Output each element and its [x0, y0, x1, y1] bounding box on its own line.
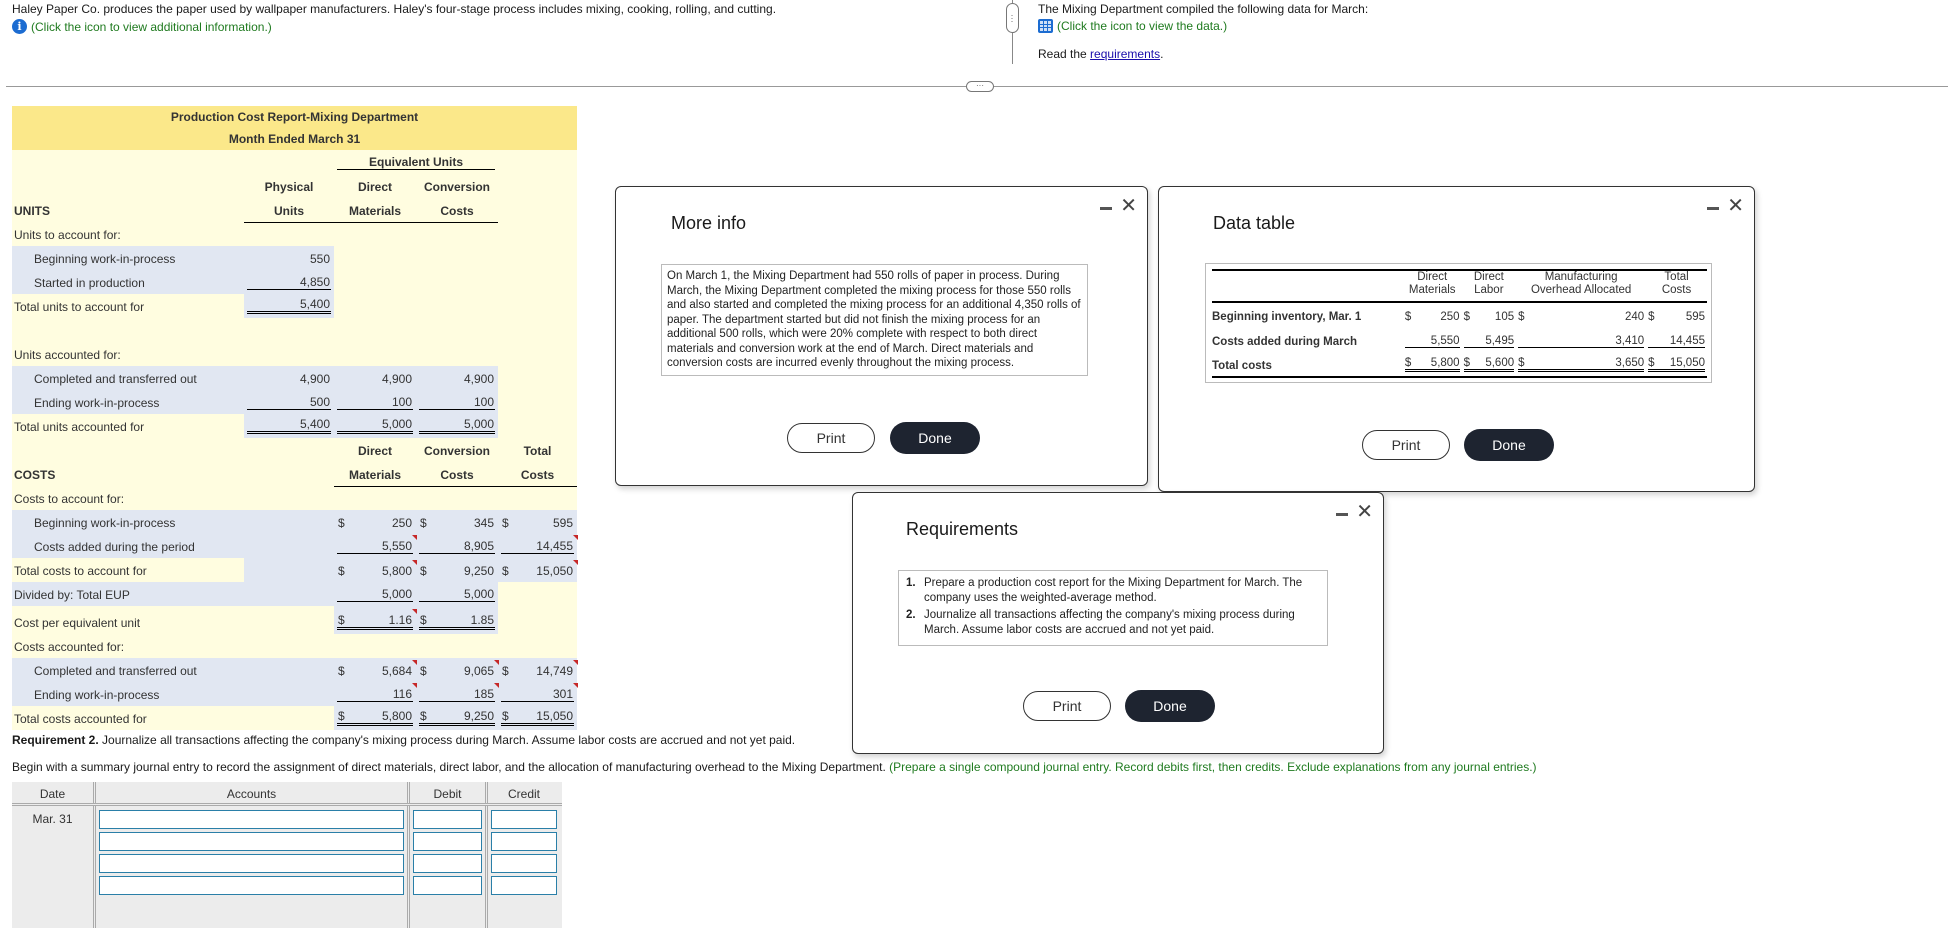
journal-date: Mar. 31: [12, 806, 96, 928]
table-row: Ending work-in-process 116 185 301: [12, 682, 579, 706]
info-link[interactable]: i (Click the icon to view additional inf…: [12, 19, 272, 34]
print-button[interactable]: Print: [1023, 691, 1111, 721]
table-row: Total costs $5,800 $5,600 $3,650 $15,050: [1212, 357, 1705, 372]
cc-header-1: Conversion: [423, 180, 490, 194]
data-intro: The Mixing Department compiled the follo…: [1038, 2, 1369, 16]
debit-input[interactable]: [413, 832, 482, 851]
account-input[interactable]: [99, 832, 404, 851]
data-table: Direct Materials Direct Labor Manufacturin…: [1212, 269, 1707, 378]
table-row: Beginning work-in-process 550: [12, 246, 577, 270]
journal-entry-table: Date Accounts Debit Credit Mar. 31: [12, 782, 562, 928]
requirements-list-box: 1. Prepare a production cost report for t…: [898, 570, 1328, 646]
cc-header-2: Costs: [416, 198, 498, 223]
table-row: Ending work-in-process 500 100 100: [12, 390, 577, 414]
minimize-icon[interactable]: [1707, 206, 1720, 210]
problem-intro: Haley Paper Co. produces the paper used …: [12, 2, 777, 16]
table-row: Total costs to account for $5,800 $9,250…: [12, 558, 578, 582]
print-button[interactable]: Print: [787, 423, 875, 453]
report-subtitle: Month Ended March 31: [228, 132, 361, 146]
credit-input[interactable]: [491, 810, 557, 829]
table-row: Beginning inventory, Mar. 1 $250 $105 $2…: [1212, 311, 1705, 323]
close-icon[interactable]: ✕: [1356, 502, 1373, 522]
credit-input[interactable]: [491, 832, 557, 851]
info-icon[interactable]: i: [12, 19, 27, 34]
done-button[interactable]: Done: [1464, 429, 1554, 461]
equivalent-units-header: Equivalent Units: [337, 155, 495, 170]
credit-input[interactable]: [491, 854, 557, 873]
requirement-item: 2. Journalize all transactions affecting …: [906, 609, 1295, 636]
requirements-modal: Requirements ✕ 1. Prepare a production co…: [852, 492, 1384, 754]
accounts-column: [96, 806, 410, 928]
data-link[interactable]: (Click the icon to view the data.): [1038, 19, 1227, 33]
date-header: Date: [12, 782, 96, 803]
table-row: Completed and transferred out 4,900 4,90…: [12, 366, 577, 390]
report-title: Production Cost Report-Mixing Department: [170, 110, 419, 124]
table-row: Costs added during March 5,550 5,495 3,4…: [1212, 335, 1705, 348]
report-header: Production Cost Report-Mixing Department…: [12, 106, 577, 150]
modal-title: Requirements: [906, 519, 1019, 539]
journal-instructions: Begin with a summary journal entry to re…: [12, 760, 1537, 774]
done-button[interactable]: Done: [890, 422, 980, 454]
table-row: Costs added during the period 5,550 8,90…: [12, 534, 578, 558]
debit-header: Debit: [410, 782, 488, 803]
costs-section-label: COSTS: [14, 468, 56, 482]
table-row: Completed and transferred out $5,684 $9,…: [12, 658, 578, 682]
report-table: Equivalent Units Physical Direct Convers…: [12, 150, 579, 730]
physical-header-1: Physical: [264, 180, 314, 194]
units-to-account-label: Units to account for:: [14, 228, 121, 242]
read-requirements: Read the requirements.: [1038, 47, 1164, 61]
dm-header-2: Materials: [334, 198, 416, 223]
modal-title: More info: [671, 213, 747, 233]
debit-input[interactable]: [413, 810, 482, 829]
dm-header-1: Direct: [357, 180, 392, 194]
print-button[interactable]: Print: [1362, 430, 1450, 460]
accounts-header: Accounts: [96, 782, 410, 803]
close-icon[interactable]: ✕: [1120, 196, 1137, 216]
minimize-icon[interactable]: [1336, 512, 1349, 516]
units-accounted-label: Units accounted for:: [14, 348, 121, 362]
vertical-resize-handle[interactable]: ···: [1006, 3, 1019, 33]
close-icon[interactable]: ✕: [1727, 196, 1744, 216]
credit-column: [488, 806, 560, 928]
horizontal-resize-handle[interactable]: ···: [966, 81, 994, 92]
account-input[interactable]: [99, 810, 404, 829]
debit-input[interactable]: [413, 876, 482, 895]
requirements-link[interactable]: requirements: [1090, 47, 1160, 61]
data-link-text[interactable]: (Click the icon to view the data.): [1057, 19, 1227, 33]
table-icon[interactable]: [1038, 19, 1053, 33]
data-table-modal: Data table ✕ Direct Materials Direct Labor…: [1158, 186, 1755, 492]
table-row: Total units to account for 5,400: [12, 294, 577, 318]
more-info-modal: More info ✕ On March 1, the Mixing Depar…: [615, 186, 1148, 486]
requirements-list: 1. Prepare a production cost report for t…: [906, 576, 1320, 637]
table-row: Cost per equivalent unit $1.16 $1.85: [12, 606, 577, 634]
table-row: Started in production 4,850: [12, 270, 577, 294]
data-table-box: Direct Materials Direct Labor Manufacturin…: [1205, 263, 1712, 383]
info-link-text[interactable]: (Click the icon to view additional infor…: [31, 20, 272, 34]
minimize-icon[interactable]: [1100, 206, 1113, 210]
table-row: Total units accounted for 5,400 5,000 5,…: [12, 414, 577, 438]
credit-header: Credit: [507, 787, 540, 801]
units-section-label: UNITS: [14, 204, 50, 218]
production-cost-report: Production Cost Report-Mixing Department…: [12, 106, 579, 730]
more-info-text: On March 1, the Mixing Department had 55…: [661, 264, 1088, 376]
table-row: Total costs accounted for $5,800 $9,250 …: [12, 706, 577, 730]
credit-input[interactable]: [491, 876, 557, 895]
account-input[interactable]: [99, 854, 404, 873]
debit-input[interactable]: [413, 854, 482, 873]
requirement-item: 1. Prepare a production cost report for t…: [906, 577, 1303, 604]
physical-header-2: Units: [244, 198, 334, 223]
modal-title: Data table: [1213, 213, 1296, 233]
table-row: Divided by: Total EUP 5,000 5,000: [12, 582, 577, 606]
account-input[interactable]: [99, 876, 404, 895]
debit-column: [410, 806, 488, 928]
done-button[interactable]: Done: [1125, 690, 1215, 722]
requirement-2: Requirement 2. Journalize all transactio…: [12, 733, 796, 747]
table-row: Beginning work-in-process $250 $345 $595: [12, 510, 577, 534]
